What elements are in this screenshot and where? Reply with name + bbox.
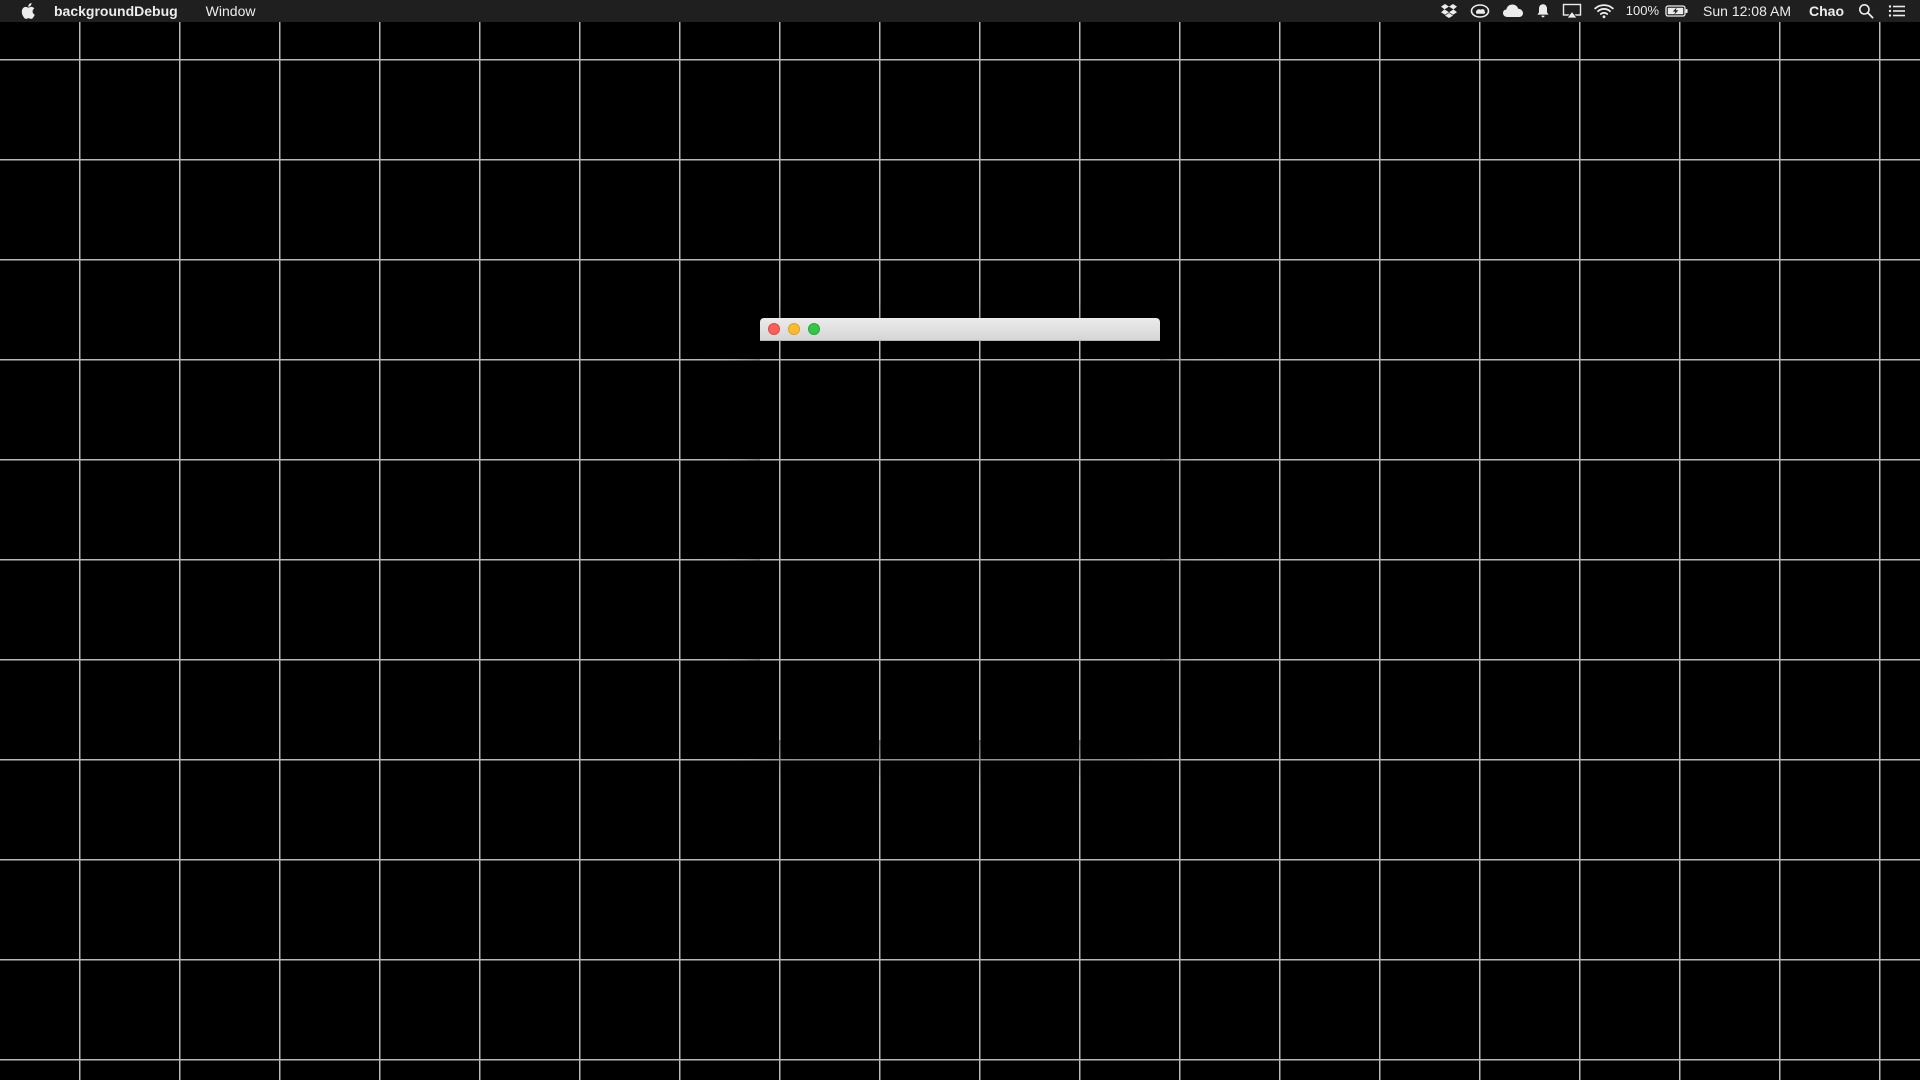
app-menu-backgrounddebug[interactable]: backgroundDebug [54,0,188,22]
battery-charging-icon[interactable] [1665,0,1689,22]
cloud-icon[interactable] [1502,0,1524,22]
wifi-icon[interactable] [1594,0,1614,22]
window-content-transparent [760,341,1160,740]
clock[interactable]: Sun 12:08 AM [1703,0,1791,22]
notification-bell-icon[interactable] [1536,0,1550,22]
app-window[interactable] [760,318,1160,740]
spotlight-search-icon[interactable] [1858,0,1874,22]
menu-bar: backgroundDebug Window 100% Sun 12:08 AM… [0,0,1920,22]
apple-logo-icon[interactable] [21,3,35,19]
menu-bar-status-area: 100% Sun 12:08 AM Chao [1434,0,1920,22]
airplay-icon[interactable] [1562,0,1582,22]
dropbox-icon[interactable] [1440,0,1458,22]
notification-center-list-icon[interactable] [1888,0,1906,22]
user-name-menu[interactable]: Chao [1809,0,1844,22]
zoom-window-button[interactable] [808,323,820,335]
close-window-button[interactable] [768,323,780,335]
window-title-bar[interactable] [760,318,1160,341]
menu-bar-left: backgroundDebug Window [0,0,265,22]
minimize-window-button[interactable] [788,323,800,335]
menu-window[interactable]: Window [196,0,266,22]
creative-cloud-icon[interactable] [1470,0,1490,22]
battery-percentage[interactable]: 100% [1626,0,1659,22]
